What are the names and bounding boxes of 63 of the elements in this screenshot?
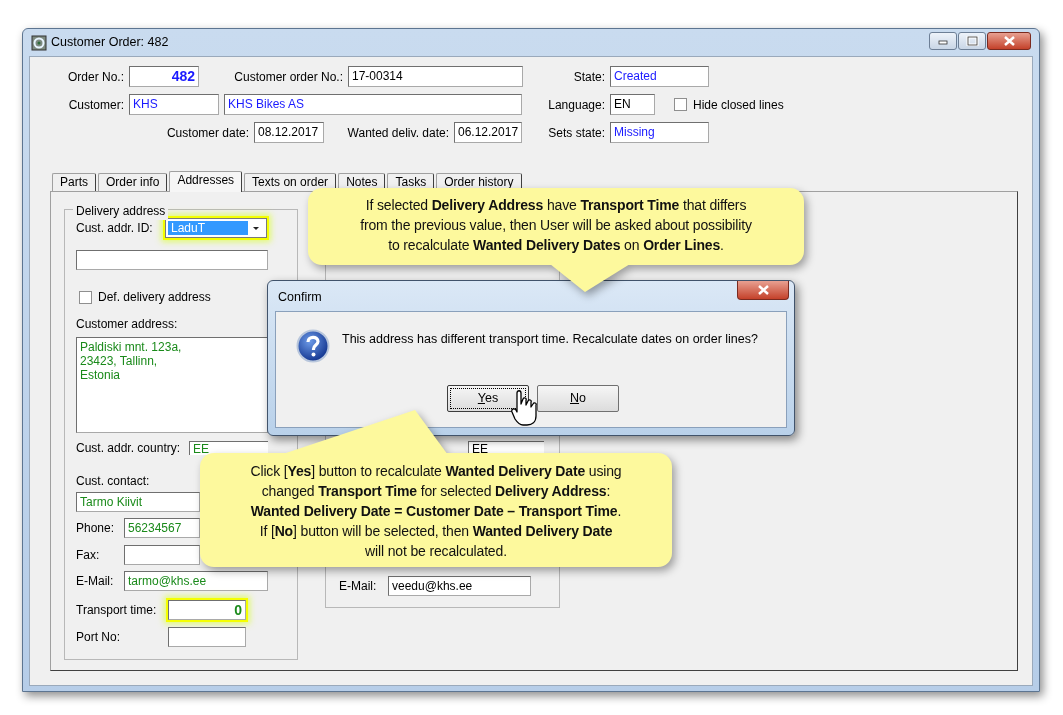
- field-label: Customer date:: [165, 124, 249, 142]
- text-field[interactable]: 482: [129, 66, 199, 87]
- tab[interactable]: Addresses: [169, 171, 243, 192]
- close-icon: [1002, 35, 1016, 46]
- dialog-title: Confirm: [278, 289, 322, 306]
- text-field[interactable]: [124, 545, 200, 565]
- tab[interactable]: Texts on order: [244, 173, 337, 191]
- address-textarea[interactable]: Paldiski mnt. 123a, 23423, Tallinn, Estonia: [76, 337, 268, 433]
- tab[interactable]: Order info: [98, 173, 168, 191]
- field-label: Cust. contact:: [76, 473, 150, 490]
- hand-cursor-icon: [511, 390, 538, 427]
- dialog-button[interactable]: No: [537, 385, 619, 412]
- field-label: Customer order No.:: [233, 68, 343, 86]
- field-label: Port No:: [76, 629, 121, 646]
- checkbox-label: Def. delivery address: [98, 289, 211, 306]
- text-field[interactable]: EN: [610, 94, 655, 115]
- maximize-button[interactable]: [958, 31, 986, 50]
- field-label: Fax:: [76, 547, 101, 564]
- text-field[interactable]: 56234567: [124, 518, 200, 538]
- field-label: Phone:: [76, 520, 116, 537]
- text-field[interactable]: Tarmo Kiivit: [76, 492, 200, 512]
- field-label: State:: [572, 68, 605, 86]
- field-label: Wanted deliv. date:: [346, 124, 449, 142]
- question-icon: [296, 329, 330, 363]
- text-field[interactable]: 0: [168, 600, 246, 620]
- text-field[interactable]: Created: [610, 66, 709, 87]
- field-label: Transport time:: [76, 602, 158, 619]
- text-field[interactable]: tarmo@khs.ee: [124, 571, 268, 591]
- maximize-icon: [965, 35, 979, 46]
- text-field[interactable]: 08.12.2017: [254, 122, 324, 143]
- selected-value: LaduT: [168, 221, 248, 235]
- field-label: Language:: [547, 96, 605, 114]
- text-field[interactable]: KHS: [129, 94, 219, 115]
- minimize-button[interactable]: [929, 31, 957, 50]
- checkbox[interactable]: [79, 290, 92, 304]
- callout-text: If selected Delivery Address have Transport Time that differs from the previous value, then User will be asked about possibility to recalculate Wanted Delivery Dates on Order Lines.: [360, 196, 752, 255]
- text-field[interactable]: [168, 627, 246, 647]
- callout-text: Click [Yes] button to recalculate Wanted Delivery Date using changed Transport Time for selected Delivery Address: Wanted Delivery Date = Customer Date – Transport Time. If [No] button will be selected, then Wanted Delivery Date will not be recalculated.: [250, 462, 622, 561]
- field-label: Customer:: [67, 96, 124, 114]
- text-field[interactable]: EE: [189, 441, 268, 455]
- dialog-message: This address has different transport time. Recalculate dates on order lines?: [342, 331, 758, 348]
- close-icon: [756, 285, 770, 295]
- field-label: Customer address:: [76, 316, 178, 333]
- field-label: Order No.:: [67, 68, 124, 86]
- tab[interactable]: Parts: [52, 173, 96, 191]
- window-title: Customer Order: 482: [51, 34, 169, 52]
- text-field[interactable]: KHS Bikes AS: [224, 94, 522, 115]
- close-button[interactable]: [737, 281, 789, 300]
- field-label: E-Mail:: [339, 578, 378, 595]
- text-field[interactable]: 17-00314: [348, 66, 523, 87]
- text-field[interactable]: [76, 250, 268, 270]
- text-field[interactable]: Missing: [610, 122, 709, 143]
- checkbox-label: Hide closed lines: [693, 96, 784, 114]
- field-label: E-Mail:: [76, 573, 115, 590]
- field-label: Cust. addr. ID:: [76, 220, 154, 237]
- field-label: Sets state:: [547, 124, 605, 142]
- caret-icon: [252, 225, 260, 231]
- text-field[interactable]: 06.12.2017: [454, 122, 522, 143]
- field-label: Cust. addr. country:: [76, 440, 182, 457]
- checkbox[interactable]: [674, 98, 687, 111]
- close-button[interactable]: [987, 31, 1031, 50]
- text-field[interactable]: veedu@khs.ee: [388, 576, 531, 596]
- app-icon: [31, 34, 47, 51]
